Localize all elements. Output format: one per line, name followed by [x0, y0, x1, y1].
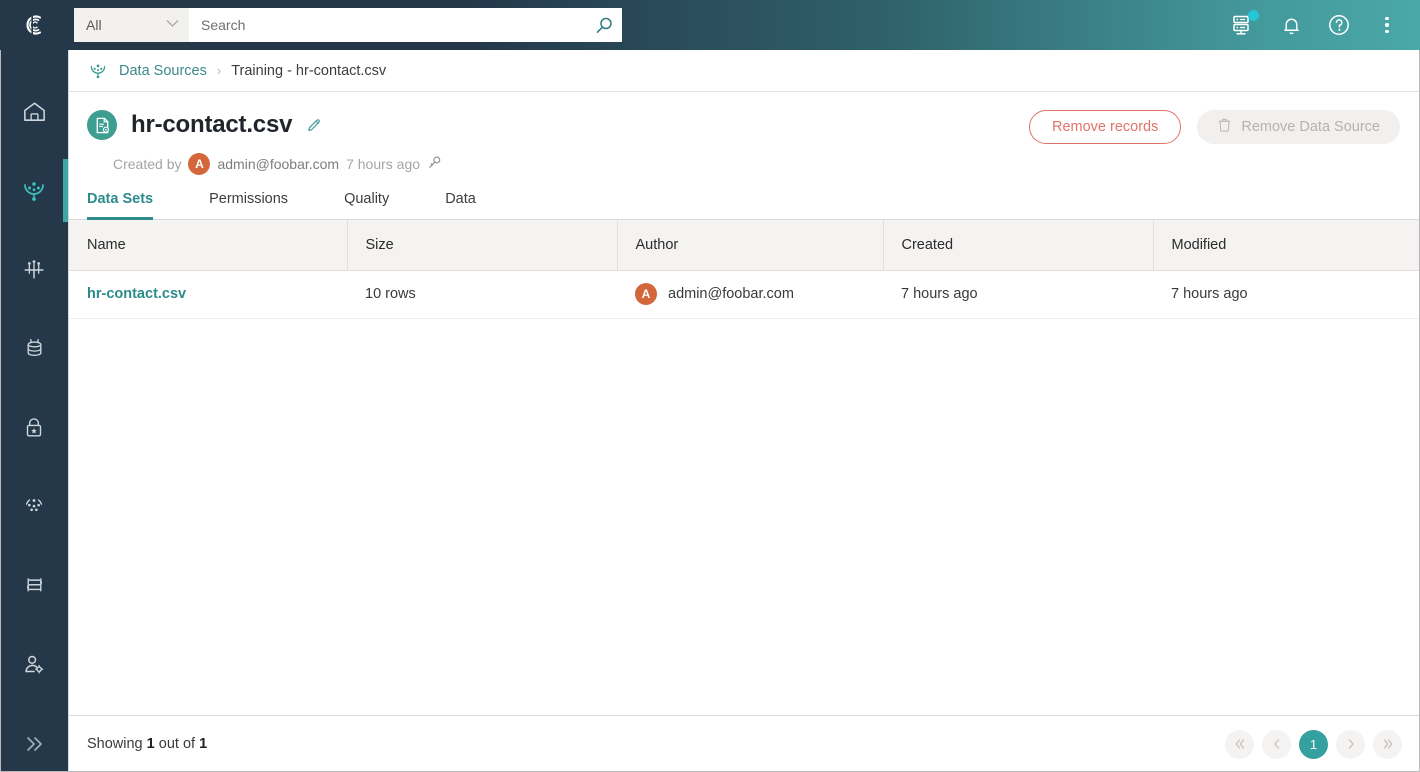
column-header-created[interactable]: Created	[883, 220, 1154, 271]
sidebar-item-discovery[interactable]	[0, 467, 68, 546]
tab-data[interactable]: Data	[445, 191, 502, 219]
header-actions: Remove records Remove Data Source	[1029, 110, 1400, 144]
chevron-left-icon	[1273, 739, 1279, 749]
showing-prefix: Showing	[87, 736, 143, 752]
column-header-author[interactable]: Author	[617, 220, 884, 271]
tab-bar: Data Sets Permissions Quality Data	[69, 175, 1420, 220]
breadcrumb-current: Training - hr-contact.csv	[231, 62, 387, 79]
cell-created: 7 hours ago	[883, 270, 1153, 319]
chevron-double-left-icon	[1235, 739, 1244, 749]
pencil-icon[interactable]	[306, 117, 323, 134]
app-logo[interactable]	[0, 0, 68, 50]
c-logo-icon	[26, 14, 42, 36]
tab-permissions[interactable]: Permissions	[209, 191, 314, 219]
cell-modified: 7 hours ago	[1153, 270, 1420, 319]
column-header-modified[interactable]: Modified	[1153, 220, 1420, 271]
sidebar-item-workflows[interactable]	[0, 546, 68, 625]
cell-name: hr-contact.csv	[69, 270, 347, 319]
table-row[interactable]: hr-contact.csv 10 rows A admin@foobar.co…	[69, 270, 1420, 319]
page-header: hr-contact.csv Created by A admin@foobar…	[69, 92, 1420, 175]
sidebar-item-catalog[interactable]	[0, 230, 68, 309]
cell-size: 10 rows	[347, 270, 617, 319]
showing-summary: Showing 1 out of 1	[87, 736, 207, 752]
trash-icon	[1217, 117, 1232, 137]
kebab-menu-icon[interactable]	[1374, 12, 1400, 38]
tab-data-sets[interactable]: Data Sets	[87, 191, 179, 220]
remove-data-source-button[interactable]: Remove Data Source	[1197, 110, 1400, 144]
created-by-label: Created by	[113, 156, 182, 172]
author-email: admin@foobar.com	[668, 286, 794, 302]
dataset-link[interactable]: hr-contact.csv	[87, 286, 186, 302]
tab-quality[interactable]: Quality	[344, 191, 415, 219]
key-icon	[427, 155, 442, 173]
data-sources-icon	[90, 63, 106, 78]
table-empty-space	[69, 318, 1420, 715]
search-icon	[596, 17, 612, 33]
showing-middle: out of	[158, 736, 196, 752]
database-icon	[27, 339, 41, 357]
sidebar-item-database[interactable]	[0, 309, 68, 388]
body-wrapper: Data Sources › Training - hr-contact.csv	[0, 50, 1420, 772]
cell-author: A admin@foobar.com	[617, 270, 883, 319]
global-search: All	[74, 8, 622, 42]
avatar: A	[188, 153, 211, 175]
main-content: Data Sources › Training - hr-contact.csv	[68, 50, 1420, 772]
page-meta: Created by A admin@foobar.com 7 hours ag…	[113, 153, 1400, 175]
pagination-first-button[interactable]	[1225, 729, 1254, 759]
sidebar-item-data-sources[interactable]	[0, 151, 68, 230]
pagination-last-button[interactable]	[1373, 729, 1402, 759]
breadcrumb-separator-icon: ›	[216, 63, 222, 78]
breadcrumb-link-data-sources[interactable]: Data Sources	[119, 63, 207, 79]
page-title: hr-contact.csv	[131, 111, 293, 138]
table-footer: Showing 1 out of 1 1	[69, 715, 1420, 772]
breadcrumb: Data Sources › Training - hr-contact.csv	[69, 50, 1420, 92]
column-header-name[interactable]: Name	[69, 220, 348, 271]
chevron-down-icon	[166, 19, 179, 31]
search-scope-dropdown[interactable]: All	[74, 8, 189, 42]
pagination: 1	[1225, 729, 1402, 759]
search-input[interactable]	[189, 8, 586, 42]
chevron-double-right-icon	[1383, 739, 1392, 749]
application-window: All Search Data Sources › Training - hr-…	[0, 0, 1420, 772]
pagination-next-button[interactable]	[1336, 729, 1365, 759]
showing-count: 1	[146, 736, 155, 752]
creator-email: admin@foobar.com	[217, 156, 340, 172]
user-settings-icon	[25, 655, 44, 673]
avatar: A	[635, 283, 657, 305]
sidebar-expand-button[interactable]	[0, 715, 68, 772]
bell-icon[interactable]	[1278, 12, 1304, 38]
sidebar-item-home[interactable]	[0, 72, 68, 151]
search-scope-value: All	[86, 17, 102, 33]
table-header-row: Name Size Author Created Modified	[69, 220, 1420, 271]
top-bar-actions	[1230, 10, 1420, 38]
server-tasks-icon[interactable]	[1230, 10, 1259, 38]
help-circle-icon[interactable]	[1326, 12, 1352, 38]
flow-pipeline-icon	[26, 578, 42, 592]
pagination-page-1[interactable]: 1	[1299, 729, 1328, 759]
showing-total: 1	[199, 736, 208, 752]
chevron-double-right-icon	[27, 736, 42, 751]
chevron-right-icon	[1348, 739, 1354, 749]
data-source-file-icon	[87, 110, 117, 140]
data-sets-table-area: Name Size Author Created Modified hr-con…	[69, 220, 1420, 715]
remove-records-button[interactable]: Remove records	[1029, 110, 1182, 144]
left-sidebar	[0, 50, 68, 772]
column-header-size[interactable]: Size	[347, 220, 618, 271]
data-sources-icon	[24, 181, 44, 201]
top-bar: All	[0, 0, 1420, 50]
notification-badge-dot	[1248, 10, 1259, 21]
home-icon	[23, 102, 45, 121]
dots-network-icon	[25, 498, 43, 511]
catalog-network-icon	[24, 259, 44, 278]
remove-data-source-label: Remove Data Source	[1241, 119, 1380, 135]
sidebar-items	[0, 50, 68, 704]
sidebar-item-policies[interactable]	[0, 388, 68, 467]
data-sets-table: Name Size Author Created Modified hr-con…	[69, 220, 1420, 319]
search-submit-button[interactable]	[586, 8, 622, 42]
sidebar-item-user-admin[interactable]	[0, 625, 68, 704]
pagination-prev-button[interactable]	[1262, 729, 1291, 759]
created-time: 7 hours ago	[346, 156, 421, 172]
lock-star-icon	[26, 417, 42, 436]
